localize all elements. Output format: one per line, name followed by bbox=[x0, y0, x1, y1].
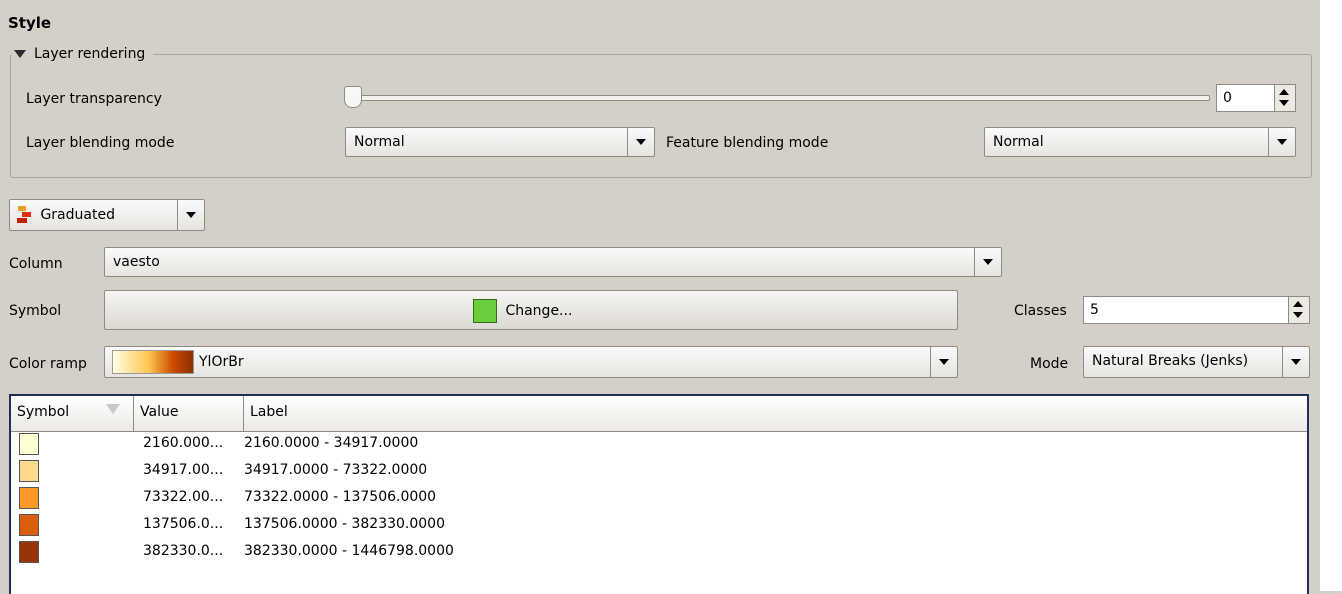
class-label[interactable]: 137506.0000 - 382330.0000 bbox=[244, 516, 445, 532]
color-ramp-label: Color ramp bbox=[9, 356, 87, 372]
dropdown-arrow-icon[interactable] bbox=[1282, 347, 1309, 377]
feature-blending-label: Feature blending mode bbox=[666, 135, 829, 151]
spin-up-icon[interactable] bbox=[1279, 89, 1289, 95]
mode-label: Mode bbox=[1030, 356, 1069, 372]
table-row[interactable]: 2160.000... 2160.0000 - 34917.0000 bbox=[11, 431, 1307, 458]
class-color-swatch[interactable] bbox=[19, 487, 39, 509]
layer-rendering-title: Layer rendering bbox=[34, 46, 146, 62]
color-ramp-preview bbox=[112, 350, 194, 374]
transparency-slider-handle[interactable] bbox=[344, 86, 362, 108]
class-label[interactable]: 2160.0000 - 34917.0000 bbox=[244, 435, 418, 451]
symbol-swatch bbox=[473, 299, 497, 323]
class-color-swatch[interactable] bbox=[19, 514, 39, 536]
transparency-spinbox[interactable]: 0 bbox=[1216, 84, 1296, 112]
classes-spinbox[interactable]: 5 bbox=[1083, 296, 1310, 324]
class-label[interactable]: 382330.0000 - 1446798.0000 bbox=[244, 543, 454, 559]
class-value: 382330.0... bbox=[143, 543, 224, 559]
feature-blending-combo[interactable]: Normal bbox=[984, 127, 1296, 157]
dropdown-arrow-icon[interactable] bbox=[627, 128, 654, 156]
class-color-swatch[interactable] bbox=[19, 433, 39, 455]
class-value: 137506.0... bbox=[143, 516, 224, 532]
spin-up-icon[interactable] bbox=[1293, 301, 1303, 307]
class-value: 73322.00... bbox=[143, 489, 224, 505]
class-value: 2160.000... bbox=[143, 435, 224, 451]
spin-buttons[interactable] bbox=[1288, 297, 1309, 323]
section-title: Style bbox=[8, 14, 52, 32]
sort-indicator-icon bbox=[106, 404, 120, 414]
spin-down-icon[interactable] bbox=[1293, 312, 1303, 318]
column-value: vaesto bbox=[113, 254, 160, 270]
layer-rendering-toggle[interactable]: Layer rendering bbox=[12, 46, 154, 62]
transparency-slider-track[interactable] bbox=[350, 95, 1210, 101]
panel-edge bbox=[1320, 0, 1342, 591]
renderer-type-combo[interactable]: Graduated bbox=[9, 199, 205, 231]
symbol-label: Symbol bbox=[9, 303, 62, 319]
column-header-value[interactable]: Value bbox=[134, 396, 244, 431]
graduated-renderer-icon bbox=[16, 206, 32, 224]
class-color-swatch[interactable] bbox=[19, 460, 39, 482]
layer-transparency-label: Layer transparency bbox=[26, 91, 162, 107]
classes-value: 5 bbox=[1090, 302, 1099, 318]
table-header: Symbol Value Label bbox=[11, 396, 1307, 432]
spin-buttons[interactable] bbox=[1274, 85, 1295, 111]
dropdown-arrow-icon[interactable] bbox=[974, 248, 1001, 276]
renderer-type-value: Graduated bbox=[40, 207, 115, 223]
table-row[interactable]: 137506.0... 137506.0000 - 382330.0000 bbox=[11, 512, 1307, 539]
layer-rendering-group bbox=[10, 54, 1312, 178]
class-label[interactable]: 34917.0000 - 73322.0000 bbox=[244, 462, 427, 478]
table-row[interactable]: 382330.0... 382330.0000 - 1446798.0000 bbox=[11, 539, 1307, 566]
class-label[interactable]: 73322.0000 - 137506.0000 bbox=[244, 489, 436, 505]
change-symbol-button[interactable]: Change... bbox=[104, 290, 958, 330]
table-row[interactable]: 73322.00... 73322.0000 - 137506.0000 bbox=[11, 485, 1307, 512]
classes-label: Classes bbox=[1014, 303, 1067, 319]
mode-combo[interactable]: Natural Breaks (Jenks) bbox=[1083, 346, 1310, 378]
change-button-label: Change... bbox=[505, 303, 573, 319]
spin-down-icon[interactable] bbox=[1279, 100, 1289, 106]
collapse-arrow-icon bbox=[14, 50, 26, 58]
layer-blending-combo[interactable]: Normal bbox=[345, 127, 655, 157]
column-label: Column bbox=[9, 256, 63, 272]
table-row[interactable]: 34917.00... 34917.0000 - 73322.0000 bbox=[11, 458, 1307, 485]
column-combo[interactable]: vaesto bbox=[104, 247, 1002, 277]
color-ramp-value: YlOrBr bbox=[199, 354, 244, 370]
dropdown-arrow-icon[interactable] bbox=[177, 200, 204, 230]
transparency-value: 0 bbox=[1223, 90, 1232, 106]
layer-blending-label: Layer blending mode bbox=[26, 135, 175, 151]
classes-table[interactable]: Symbol Value Label 2160.000... 2160.0000 … bbox=[9, 394, 1309, 594]
class-value: 34917.00... bbox=[143, 462, 224, 478]
column-header-symbol[interactable]: Symbol bbox=[11, 396, 134, 431]
layer-blending-value: Normal bbox=[354, 134, 405, 150]
feature-blending-value: Normal bbox=[993, 134, 1044, 150]
column-header-label[interactable]: Label bbox=[244, 396, 1307, 431]
mode-value: Natural Breaks (Jenks) bbox=[1092, 353, 1249, 369]
class-color-swatch[interactable] bbox=[19, 541, 39, 563]
dropdown-arrow-icon[interactable] bbox=[1268, 128, 1295, 156]
dropdown-arrow-icon[interactable] bbox=[930, 347, 957, 377]
